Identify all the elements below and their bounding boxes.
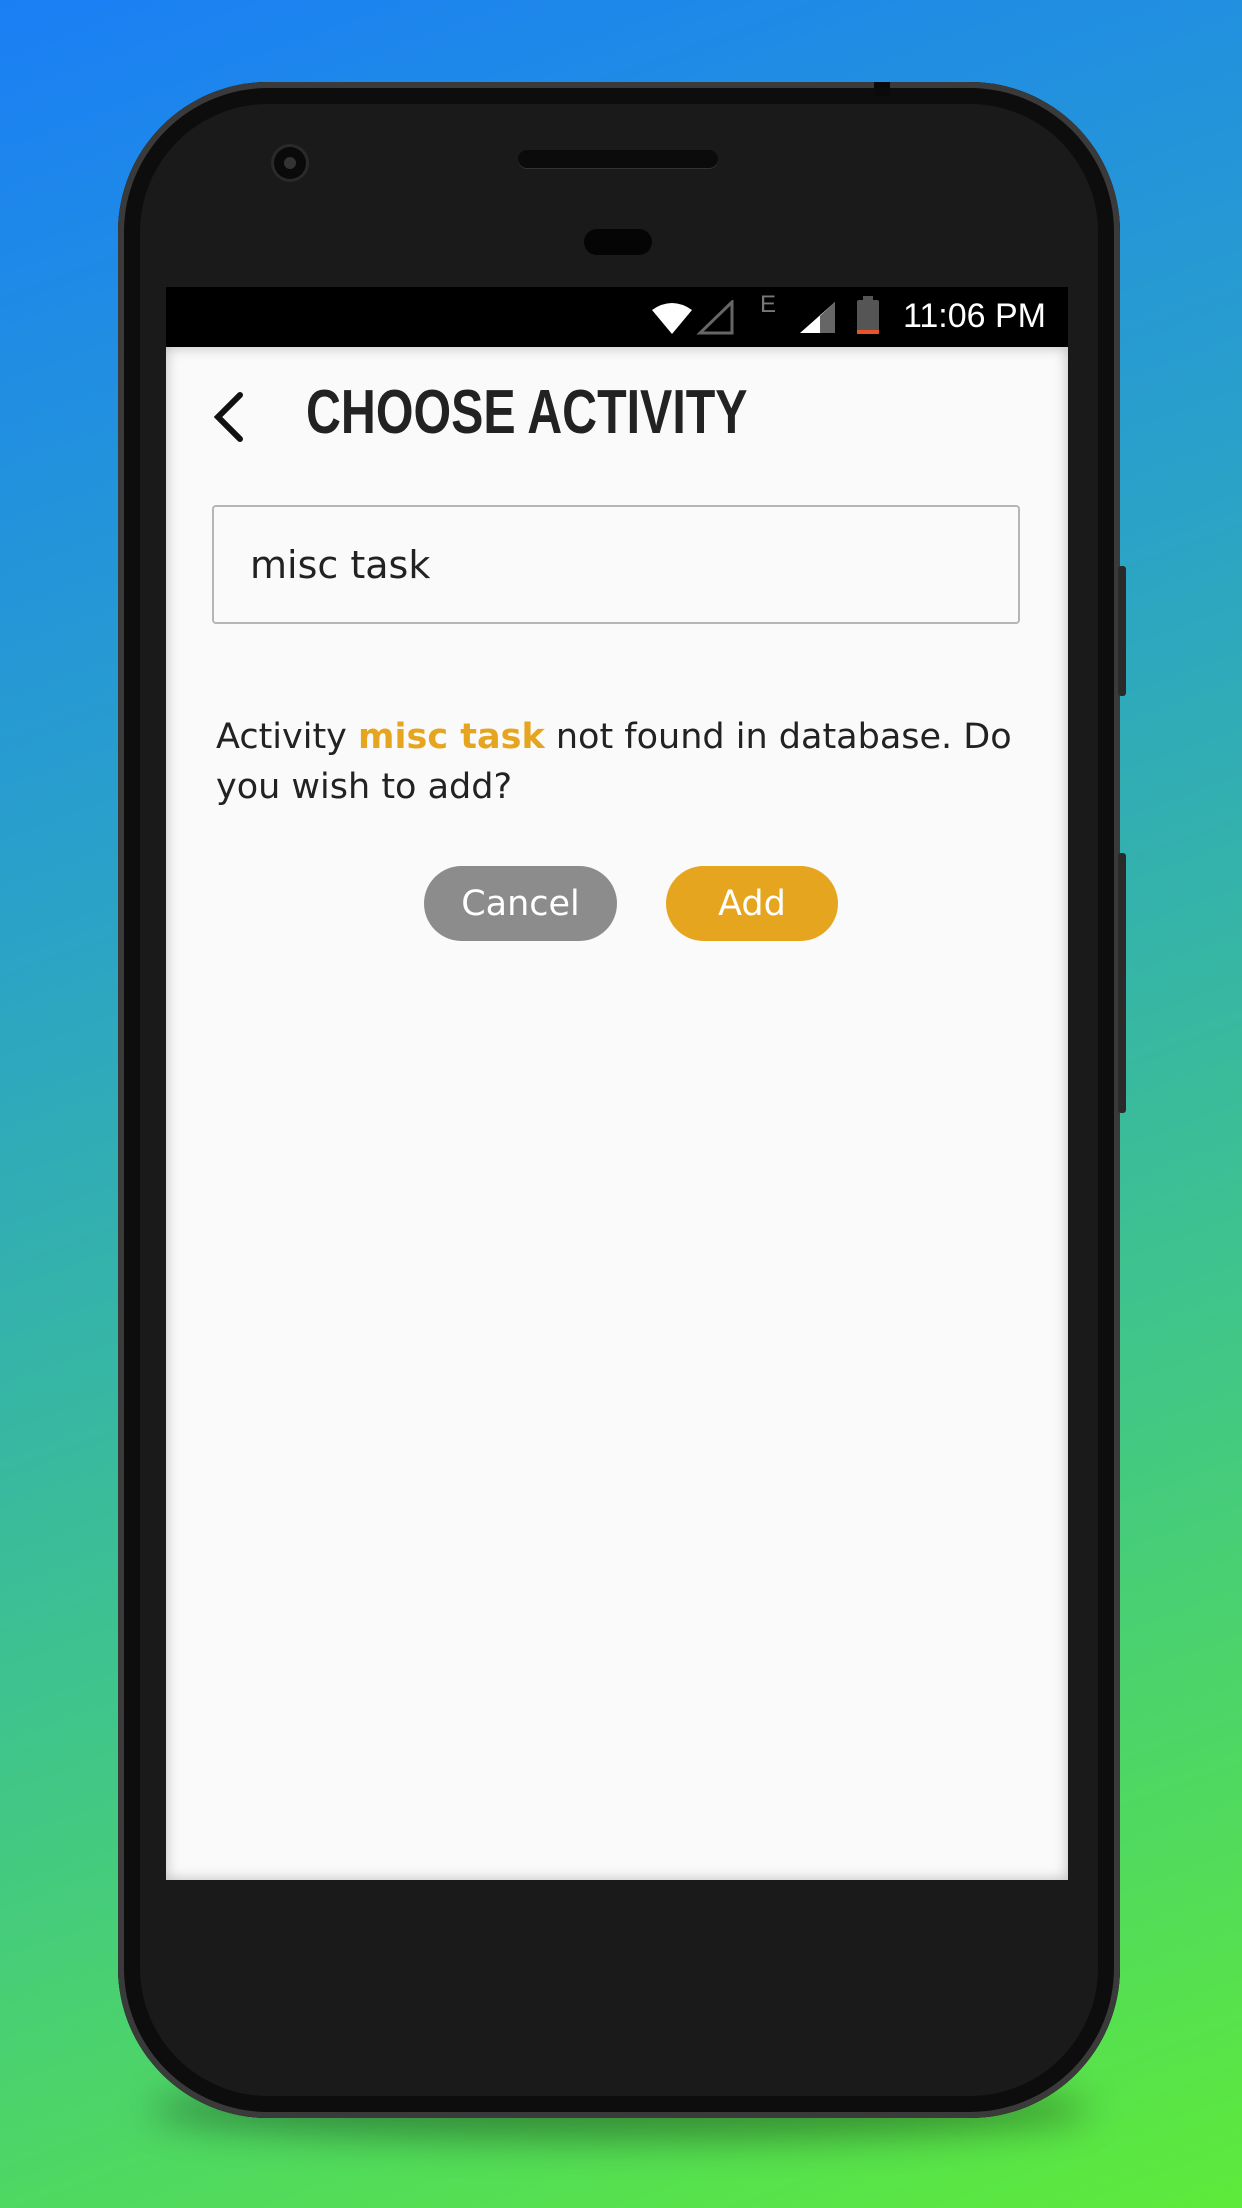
no-signal-icon <box>696 300 734 335</box>
activity-search-input[interactable] <box>212 505 1020 624</box>
volume-button <box>1118 853 1126 1113</box>
activity-name-highlight: misc task <box>358 717 545 757</box>
back-button[interactable] <box>206 387 256 447</box>
battery-icon <box>857 296 879 334</box>
front-camera <box>274 147 306 179</box>
status-time: 11:06 PM <box>902 297 1046 335</box>
screen: E 11:06 PM CHOOSE ACTIVITY Activity misc… <box>166 287 1068 1880</box>
status-bar: E 11:06 PM <box>166 287 1068 347</box>
chevron-left-icon <box>213 392 243 442</box>
proximity-sensor <box>584 229 652 255</box>
app-content: CHOOSE ACTIVITY Activity misc task not f… <box>166 347 1068 1880</box>
power-button <box>1118 566 1126 696</box>
add-button[interactable]: Add <box>666 866 838 941</box>
phone-antenna-notch <box>874 82 890 96</box>
cancel-button[interactable]: Cancel <box>424 866 617 941</box>
speaker-grill <box>518 150 718 168</box>
wifi-icon <box>652 303 692 334</box>
not-found-message: Activity misc task not found in database… <box>216 712 1016 812</box>
page-title: CHOOSE ACTIVITY <box>306 378 748 447</box>
status-icons <box>652 300 835 335</box>
network-type-label: E <box>760 291 777 318</box>
message-prefix: Activity <box>216 717 359 757</box>
